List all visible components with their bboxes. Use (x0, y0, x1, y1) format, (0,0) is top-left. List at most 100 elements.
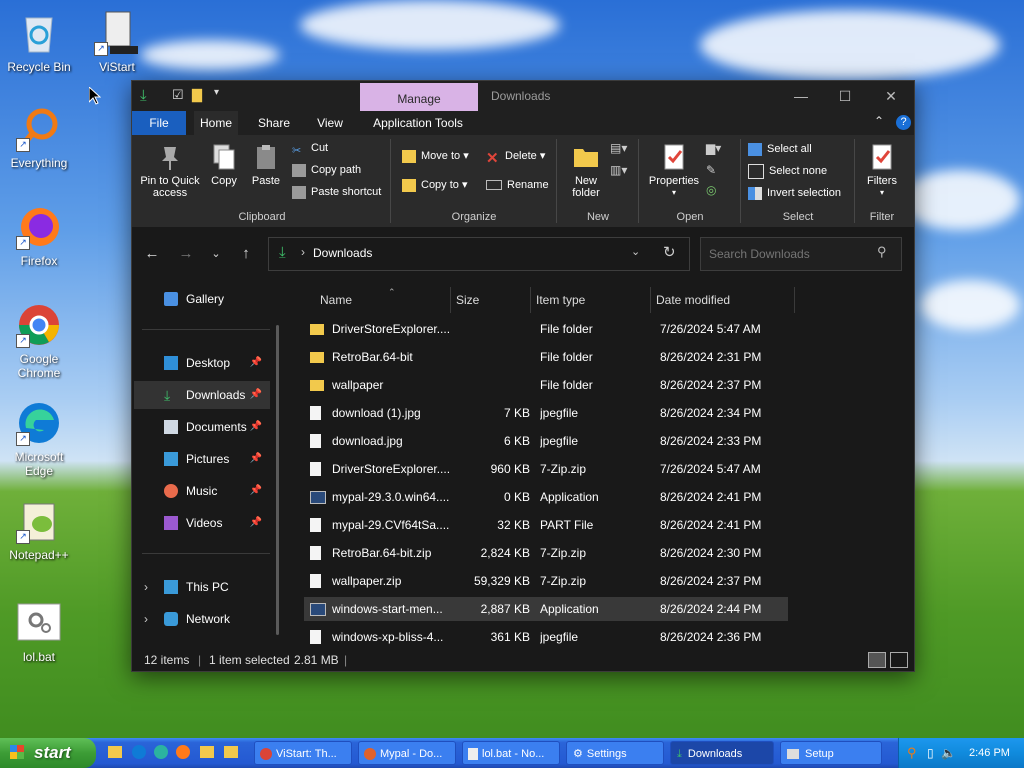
nav-item-downloads[interactable]: ⤓ Downloads 📌 (134, 381, 270, 409)
nav-item-videos[interactable]: Videos 📌 (134, 509, 270, 537)
select-all-button[interactable]: Select all (748, 140, 812, 158)
taskbar-button-mypal[interactable]: Mypal - Do... (358, 741, 456, 765)
close-button[interactable]: ✕ (876, 85, 906, 107)
desktop-icon-everything[interactable]: ↗ Everything (3, 106, 75, 170)
expand-chevron-icon[interactable]: › (144, 573, 148, 601)
column-header-name[interactable]: Name ⌃ (304, 287, 451, 313)
file-row[interactable]: RetroBar.64-bit File folder 8/26/2024 2:31… (304, 345, 788, 369)
file-row[interactable]: DriverStoreExplorer.... 960 KB 7-Zip.zip 7/… (304, 457, 788, 481)
edge-quicklaunch-icon[interactable] (154, 745, 168, 759)
help-icon[interactable]: ? (896, 115, 911, 130)
large-icons-view-button[interactable] (890, 652, 908, 668)
refresh-icon[interactable]: ↻ (663, 243, 676, 261)
tab-share[interactable]: Share (250, 111, 298, 135)
explorer-window[interactable]: ⤓ ☑ ▇ ▾ Manage Downloads — ☐ ✕ File Home… (131, 80, 915, 672)
nav-item-gallery[interactable]: Gallery (134, 285, 270, 313)
file-row[interactable]: wallpaper File folder 8/26/2024 2:37 PM (304, 373, 788, 397)
search-box[interactable]: ⚲ (700, 237, 902, 271)
everything-tray-icon[interactable]: ⚲ (907, 738, 917, 768)
explorer-quicklaunch-icon[interactable] (108, 746, 122, 758)
taskbar-button-settings[interactable]: ⚙ Settings (566, 741, 664, 765)
column-header-size[interactable]: Size (452, 287, 531, 313)
address-dropdown-icon[interactable]: ⌄ (631, 245, 640, 258)
collapse-ribbon-icon[interactable]: ⌃ (874, 114, 884, 128)
new-folder-button[interactable]: New folder (564, 143, 608, 199)
file-row[interactable]: windows-xp-bliss-4... 361 KB jpegfile 8/26/… (304, 625, 788, 649)
edit-icon[interactable]: ✎ (706, 163, 716, 177)
pin-icon[interactable]: 📌 (250, 445, 262, 473)
customize-quick-access-icon[interactable]: ▾ (214, 87, 219, 105)
file-row[interactable]: mypal-29.3.0.win64.... 0 KB Application 8/2… (304, 485, 788, 509)
delete-button[interactable]: ✕ Delete ▾ (486, 147, 545, 167)
history-icon[interactable]: ◎ (706, 183, 716, 197)
paste-button[interactable]: Paste (248, 143, 284, 187)
file-row[interactable]: windows-start-men... 2,887 KB Application 8… (304, 597, 788, 621)
details-view-button[interactable] (868, 652, 886, 668)
taskbar-button-notepad[interactable]: lol.bat - No... (462, 741, 560, 765)
pin-icon[interactable]: 📌 (250, 509, 262, 537)
nav-item-pictures[interactable]: Pictures 📌 (134, 445, 270, 473)
tab-view[interactable]: View (308, 111, 352, 135)
properties-button[interactable]: Properties ▾ (644, 143, 704, 199)
column-header-date[interactable]: Date modified (652, 287, 795, 313)
file-row[interactable]: download (1).jpg 7 KB jpegfile 8/26/2024 2:… (304, 401, 788, 425)
pin-icon[interactable]: 📌 (250, 477, 262, 505)
open-icon[interactable]: ▆▾ (706, 141, 721, 155)
search-icon[interactable]: ⚲ (877, 244, 887, 260)
back-button[interactable]: ← (142, 245, 162, 263)
folder-quicklaunch-icon[interactable] (224, 746, 238, 758)
desktop-icon-lol-bat[interactable]: lol.bat (3, 600, 75, 664)
desktop-icon-edge[interactable]: ↗ Microsoft Edge (3, 400, 75, 478)
nav-item-this-pc[interactable]: › This PC (134, 573, 270, 601)
title-bar[interactable]: ⤓ ☑ ▇ ▾ Manage Downloads — ☐ ✕ (132, 81, 914, 111)
copy-path-button[interactable]: Copy path (292, 161, 361, 179)
pin-icon[interactable]: 📌 (250, 413, 262, 441)
desktop-icon-recycle-bin[interactable]: Recycle Bin (3, 10, 75, 74)
desktop-icon-chrome[interactable]: ↗ Google Chrome (3, 302, 75, 380)
filters-button[interactable]: Filters ▾ (860, 143, 904, 199)
desktop-icon-firefox[interactable]: ↗ Firefox (3, 204, 75, 268)
rename-button[interactable]: Rename (486, 176, 549, 194)
tab-file[interactable]: File (132, 111, 186, 135)
up-button[interactable]: ↑ (236, 245, 256, 263)
firefox-quicklaunch-icon[interactable] (176, 745, 190, 759)
column-header-type[interactable]: Item type (532, 287, 651, 313)
start-button[interactable]: start (0, 738, 96, 768)
edge-quicklaunch-icon[interactable] (132, 745, 146, 759)
nav-item-documents[interactable]: Documents 📌 (134, 413, 270, 441)
nav-item-music[interactable]: Music 📌 (134, 477, 270, 505)
forward-button[interactable]: → (176, 245, 196, 263)
maximize-button[interactable]: ☐ (830, 85, 860, 107)
manage-context-tab[interactable]: Manage (360, 83, 478, 111)
new-item-icon[interactable]: ▤▾ (610, 141, 627, 155)
desktop-icon-vistart[interactable]: ↗ ViStart (81, 10, 153, 74)
easy-access-icon[interactable]: ▥▾ (610, 163, 627, 177)
desktop-icon-notepadpp[interactable]: ↗ Notepad++ (3, 498, 75, 562)
breadcrumb[interactable]: Downloads (313, 246, 372, 260)
volume-muted-icon[interactable]: 🔈 (941, 738, 956, 768)
taskbar-button-downloads[interactable]: ⤓ Downloads (670, 741, 774, 765)
copy-button[interactable]: Copy (206, 143, 242, 187)
cut-button[interactable]: ✂ Cut (292, 139, 328, 157)
pin-to-quick-access-button[interactable]: Pin to Quick access (136, 143, 204, 199)
recent-locations-button[interactable]: ⌄ (206, 245, 226, 263)
move-to-button[interactable]: Move to ▾ (402, 147, 469, 165)
invert-selection-button[interactable]: Invert selection (748, 184, 841, 202)
nav-item-desktop[interactable]: Desktop 📌 (134, 349, 270, 377)
file-row[interactable]: mypal-29.CVf64tSa.... 32 KB PART File 8/26/… (304, 513, 788, 537)
usb-tray-icon[interactable]: ▯ (927, 738, 934, 768)
file-row[interactable]: wallpaper.zip 59,329 KB 7-Zip.zip 8/26/2024… (304, 569, 788, 593)
pin-icon[interactable]: 📌 (250, 381, 262, 409)
expand-chevron-icon[interactable]: › (144, 605, 148, 633)
address-bar[interactable]: ⤓ › Downloads ⌄ ↻ (268, 237, 690, 271)
file-row[interactable]: DriverStoreExplorer.... File folder 7/26/2… (304, 317, 788, 341)
nav-item-network[interactable]: › Network (134, 605, 270, 633)
nav-scrollbar[interactable] (276, 325, 279, 635)
pin-icon[interactable]: 📌 (250, 349, 262, 377)
tab-application-tools[interactable]: Application Tools (364, 111, 472, 135)
minimize-button[interactable]: — (786, 85, 816, 107)
taskbar-button-vistart[interactable]: ViStart: Th... (254, 741, 352, 765)
properties-quick-icon[interactable]: ☑ (172, 87, 184, 105)
file-row[interactable]: download.jpg 6 KB jpegfile 8/26/2024 2:33 P… (304, 429, 788, 453)
search-input[interactable] (707, 244, 871, 264)
